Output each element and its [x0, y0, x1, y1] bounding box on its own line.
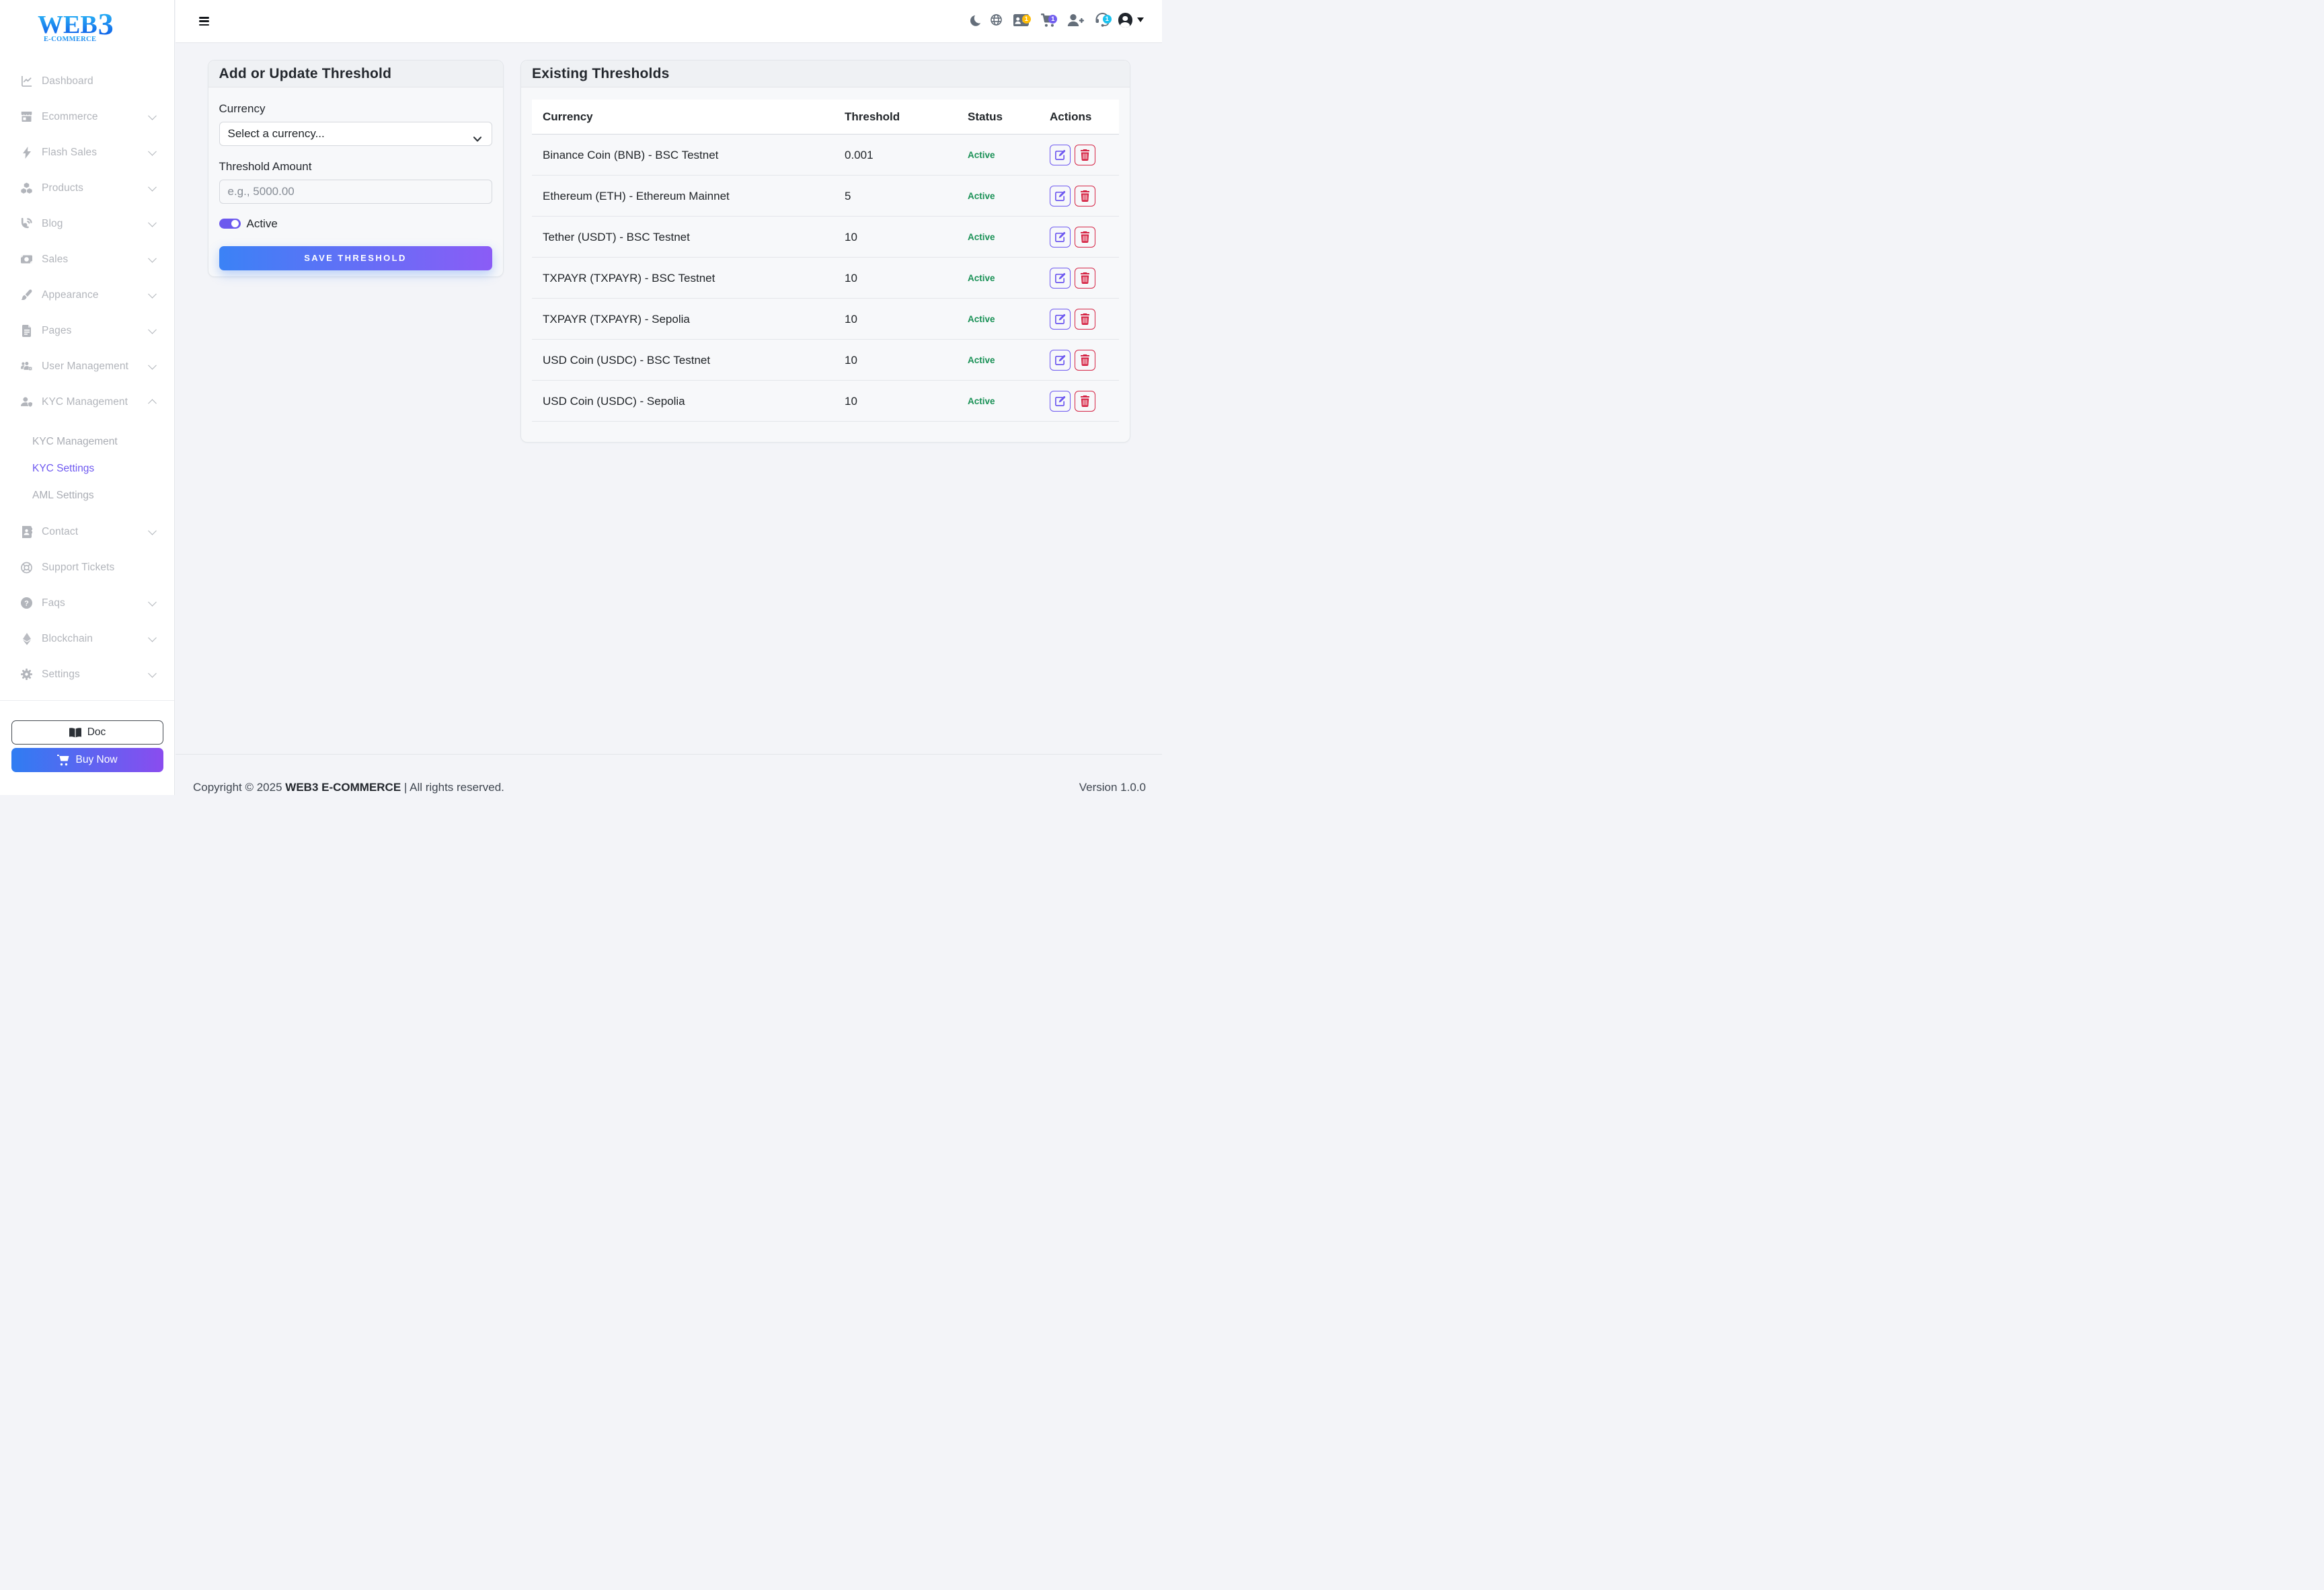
svg-text:?: ?	[24, 600, 29, 608]
